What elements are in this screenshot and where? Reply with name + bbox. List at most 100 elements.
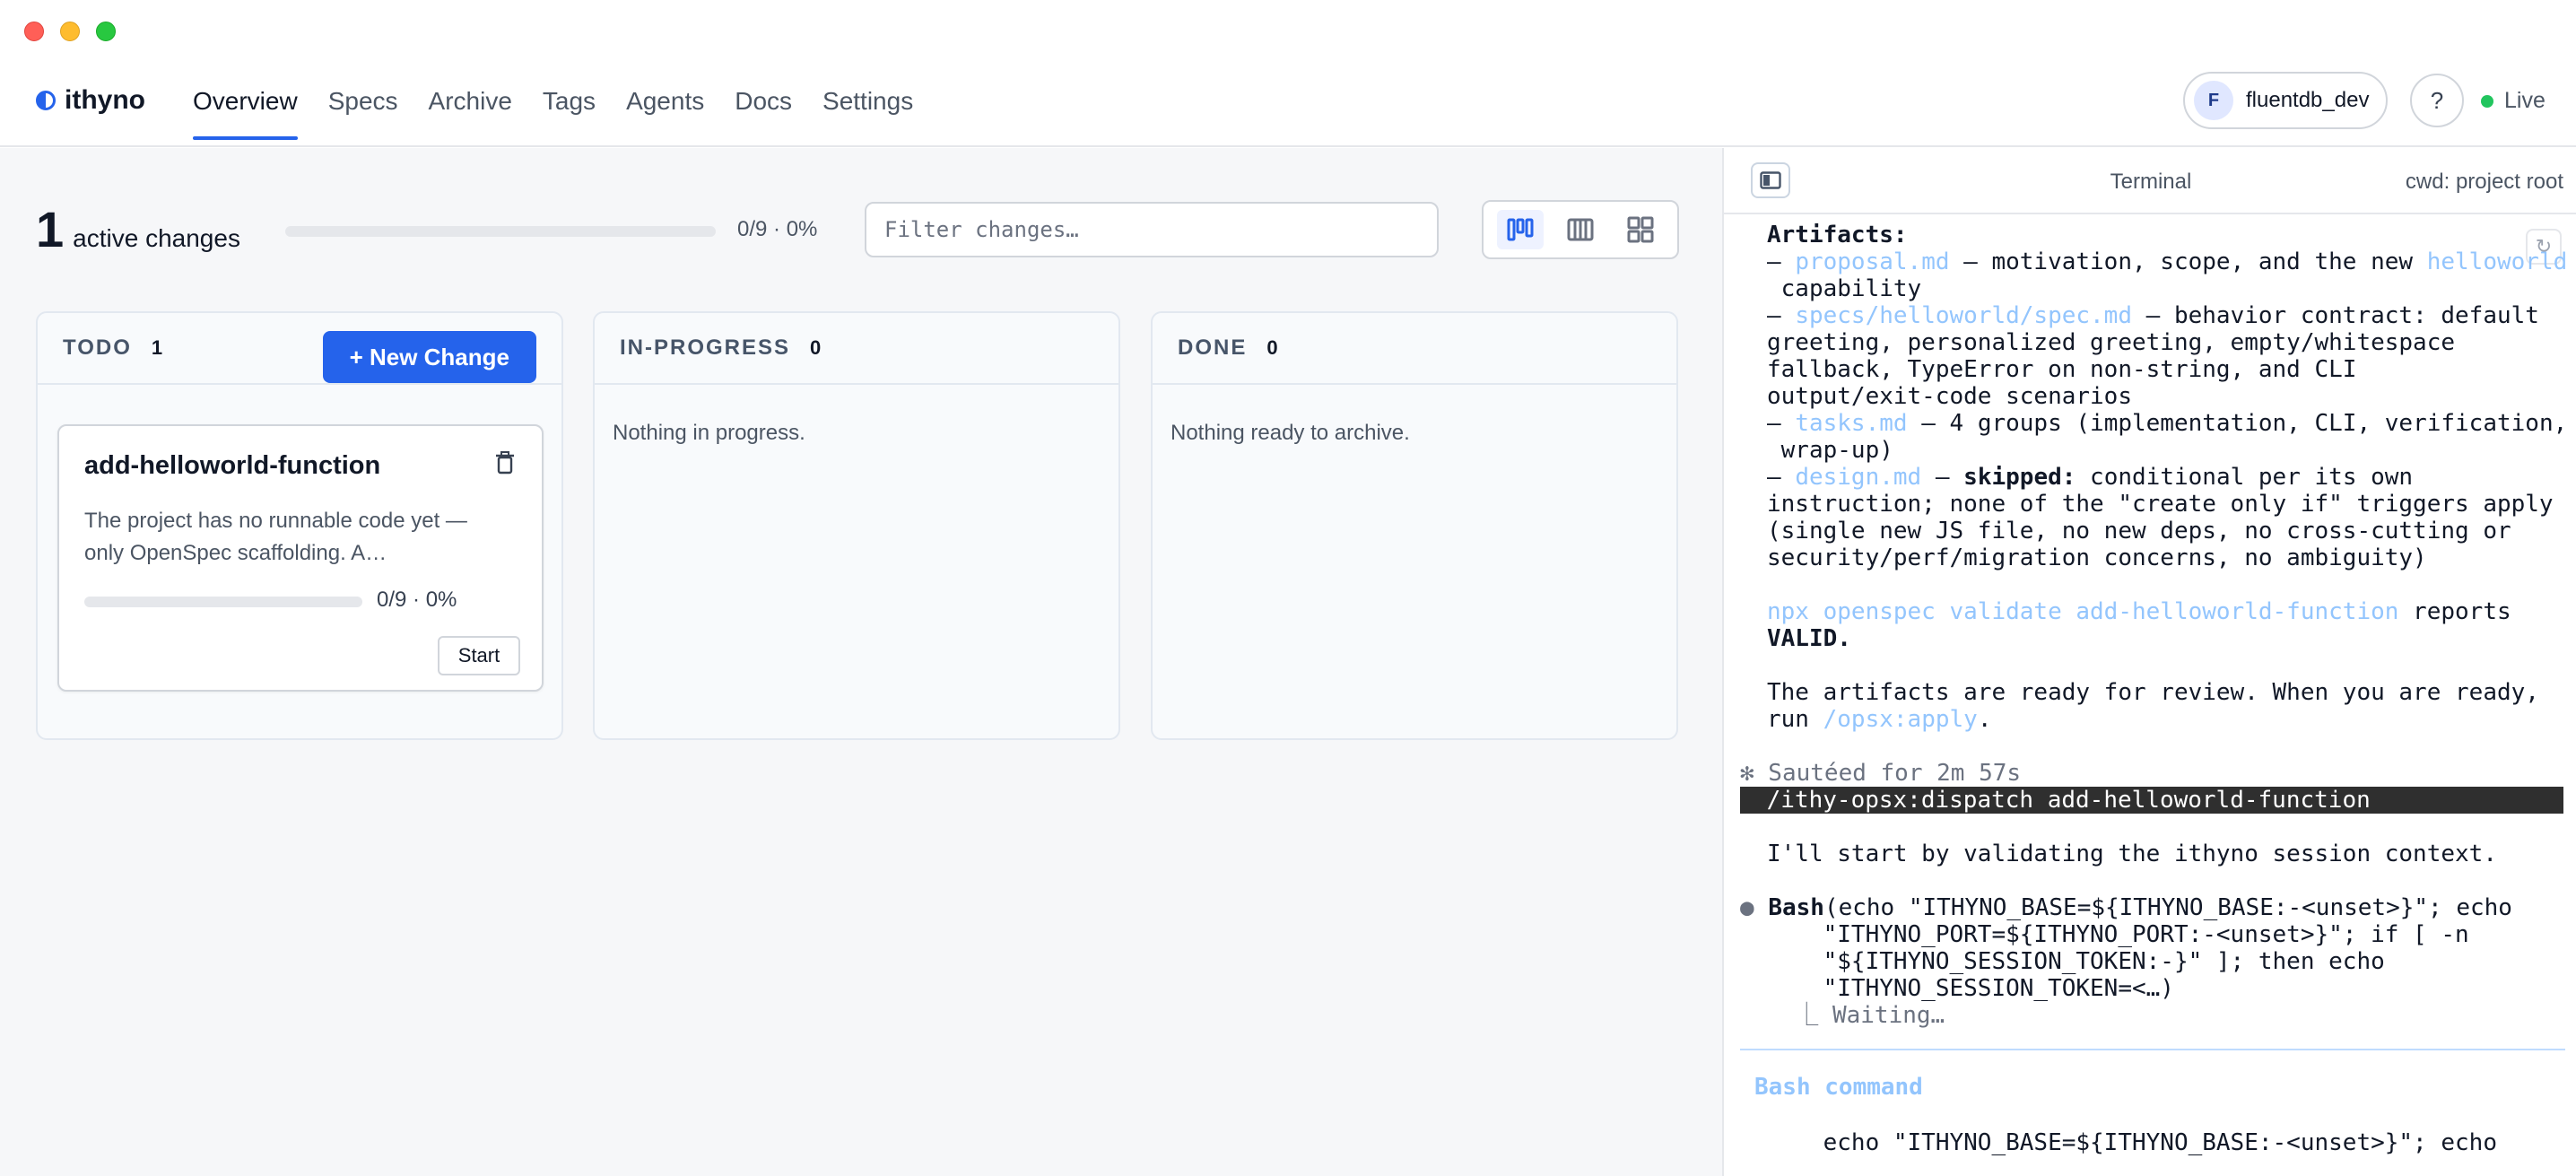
avatar: F: [2194, 81, 2233, 120]
column-empty-message: Nothing ready to archive.: [1171, 421, 1410, 445]
column-count: 0: [1266, 336, 1278, 359]
minimize-window-button[interactable]: [60, 22, 80, 41]
overall-progress-bar: [285, 226, 716, 237]
column-title: TODO: [63, 335, 132, 360]
live-status-label: Live: [2504, 88, 2546, 113]
terminal-text: (echo "ITHYNO_BASE=${ITHYNO_BASE:-<unset…: [1823, 894, 2512, 921]
nav-agents[interactable]: Agents: [626, 63, 704, 147]
command-link[interactable]: npx openspec validate add-helloworld-fun…: [1767, 598, 2398, 625]
command-link[interactable]: /opsx:apply: [1823, 706, 1978, 733]
terminal-panel: Terminal cwd: project root ↻ Artifacts: …: [1722, 148, 2576, 1176]
change-card[interactable]: add-helloworld-function The project has …: [57, 424, 544, 692]
nav-tags[interactable]: Tags: [543, 63, 596, 147]
nav-settings[interactable]: Settings: [822, 63, 913, 147]
nav-archive[interactable]: Archive: [429, 63, 512, 147]
columns-icon: [1567, 218, 1594, 241]
terminal-line: npx openspec validate add-helloworld-fun…: [1767, 598, 2511, 625]
column-empty-message: Nothing in progress.: [613, 421, 805, 445]
columns-view-button[interactable]: [1557, 210, 1604, 249]
file-link[interactable]: proposal.md: [1795, 248, 1949, 275]
active-changes-count: 1: [36, 201, 65, 257]
close-window-button[interactable]: [24, 22, 44, 41]
terminal-text: Bash: [1768, 894, 1824, 921]
terminal-line: (single new JS file, no new deps, no cro…: [1767, 518, 2511, 544]
column-title: DONE: [1178, 335, 1248, 360]
filter-changes-input[interactable]: [865, 202, 1439, 257]
column-todo: TODO 1 + New Change add-helloworld-funct…: [36, 311, 563, 740]
terminal-line: VALID.: [1767, 625, 1851, 652]
change-card-title: add-helloworld-function: [84, 451, 381, 480]
terminal-text: reports: [2398, 598, 2511, 625]
new-change-button[interactable]: + New Change: [322, 331, 536, 383]
user-menu-button[interactable]: F fluentdb_dev: [2183, 72, 2388, 129]
terminal-text: VALID.: [1767, 625, 1851, 652]
terminal-line: "${ITHYNO_SESSION_TOKEN:-}" ]; then echo: [1767, 948, 2385, 975]
terminal-line: ⎿ Waiting…: [1767, 1002, 1945, 1029]
terminal-text: Artifacts:: [1767, 222, 1908, 248]
terminal-text: run: [1767, 706, 1823, 733]
column-count: 1: [151, 336, 163, 359]
terminal-line: Artifacts:: [1767, 222, 1908, 248]
column-header: TODO 1 + New Change: [38, 313, 561, 385]
terminal-text: — 4 groups (implementation, CLI, verific…: [1907, 410, 2568, 437]
terminal-text: –: [1767, 410, 1796, 437]
change-card-description: The project has no runnable code yet — o…: [84, 509, 467, 565]
terminal-text: —: [1921, 464, 1964, 491]
divider: [1740, 1049, 2565, 1050]
terminal-line: "ITHYNO_SESSION_TOKEN=<…): [1767, 975, 2174, 1002]
change-card-progress-bar: [84, 597, 362, 607]
grid-icon: [1627, 216, 1654, 243]
terminal-text: –: [1767, 248, 1796, 275]
column-title: IN-PROGRESS: [620, 335, 791, 360]
terminal-line: – tasks.md — 4 groups (implementation, C…: [1767, 410, 2567, 437]
active-changes-summary: 1 active changes: [36, 200, 240, 258]
terminal-line: The artifacts are ready for review. When…: [1767, 679, 2539, 706]
window-titlebar: [0, 0, 2576, 63]
file-link[interactable]: design.md: [1795, 464, 1921, 491]
file-link[interactable]: helloworld: [2427, 248, 2568, 275]
kanban-view-button[interactable]: [1497, 210, 1545, 249]
maximize-window-button[interactable]: [96, 22, 116, 41]
start-button[interactable]: Start: [438, 636, 520, 675]
terminal-line: capability: [1767, 275, 1922, 302]
nav-docs[interactable]: Docs: [735, 63, 792, 147]
terminal-text: –: [1767, 302, 1796, 329]
terminal-line: ● Bash(echo "ITHYNO_BASE=${ITHYNO_BASE:-…: [1740, 894, 2512, 921]
live-status: Live: [2481, 88, 2546, 114]
terminal-line: fallback, TypeError on non-string, and C…: [1767, 356, 2357, 383]
column-in-progress: IN-PROGRESS 0 Nothing in progress.: [593, 311, 1120, 740]
file-link[interactable]: specs/helloworld/spec.md: [1795, 302, 2132, 329]
active-changes-label: active changes: [73, 224, 240, 252]
board-area: 1 active changes 0/9 · 0% Filter changes…: [0, 148, 1722, 1176]
nav-specs[interactable]: Specs: [328, 63, 398, 147]
terminal-line: – proposal.md — motivation, scope, and t…: [1767, 248, 2567, 275]
terminal-line: echo "ITHYNO_BASE=${ITHYNO_BASE:-<unset>…: [1767, 1129, 2497, 1156]
kanban-icon: [1507, 218, 1534, 241]
nav-overview[interactable]: Overview: [193, 63, 298, 147]
terminal-text: /ithy-opsx:dispatch add-helloworld-funct…: [1753, 787, 2371, 814]
terminal-line: security/perf/migration concerns, no amb…: [1767, 544, 2427, 571]
terminal-text: conditional per its own: [2076, 464, 2414, 491]
trash-icon[interactable]: [495, 451, 515, 475]
terminal-text: skipped:: [1963, 464, 2076, 491]
column-count: 0: [810, 336, 822, 359]
terminal-text: — behavior contract: default: [2132, 302, 2539, 329]
brand[interactable]: ithyno: [36, 83, 145, 118]
terminal-line: ✻ Sautéed for 2m 57s: [1740, 760, 2022, 787]
terminal-text: –: [1767, 464, 1796, 491]
command-highlight: /ithy-opsx:dispatch add-helloworld-funct…: [1740, 787, 2563, 814]
terminal-line: output/exit-code scenarios: [1767, 383, 2132, 410]
top-navigation: ithyno Overview Specs Archive Tags Agent…: [0, 63, 2576, 147]
column-header: IN-PROGRESS 0: [595, 313, 1118, 385]
column-header: DONE 0: [1153, 313, 1676, 385]
file-link[interactable]: tasks.md: [1795, 410, 1907, 437]
help-button[interactable]: ?: [2410, 74, 2464, 127]
terminal-line: run /opsx:apply.: [1767, 706, 1991, 733]
terminal-text: .: [1977, 706, 1992, 733]
terminal-line: – specs/helloworld/spec.md — behavior co…: [1767, 302, 2539, 329]
terminal-text: — motivation, scope, and the new: [1949, 248, 2427, 275]
grid-view-button[interactable]: [1617, 210, 1664, 249]
terminal-line: Bash command: [1754, 1074, 1923, 1101]
terminal-line: instruction; none of the "create only if…: [1767, 491, 2554, 518]
terminal-line: – design.md — skipped: conditional per i…: [1767, 464, 2413, 491]
